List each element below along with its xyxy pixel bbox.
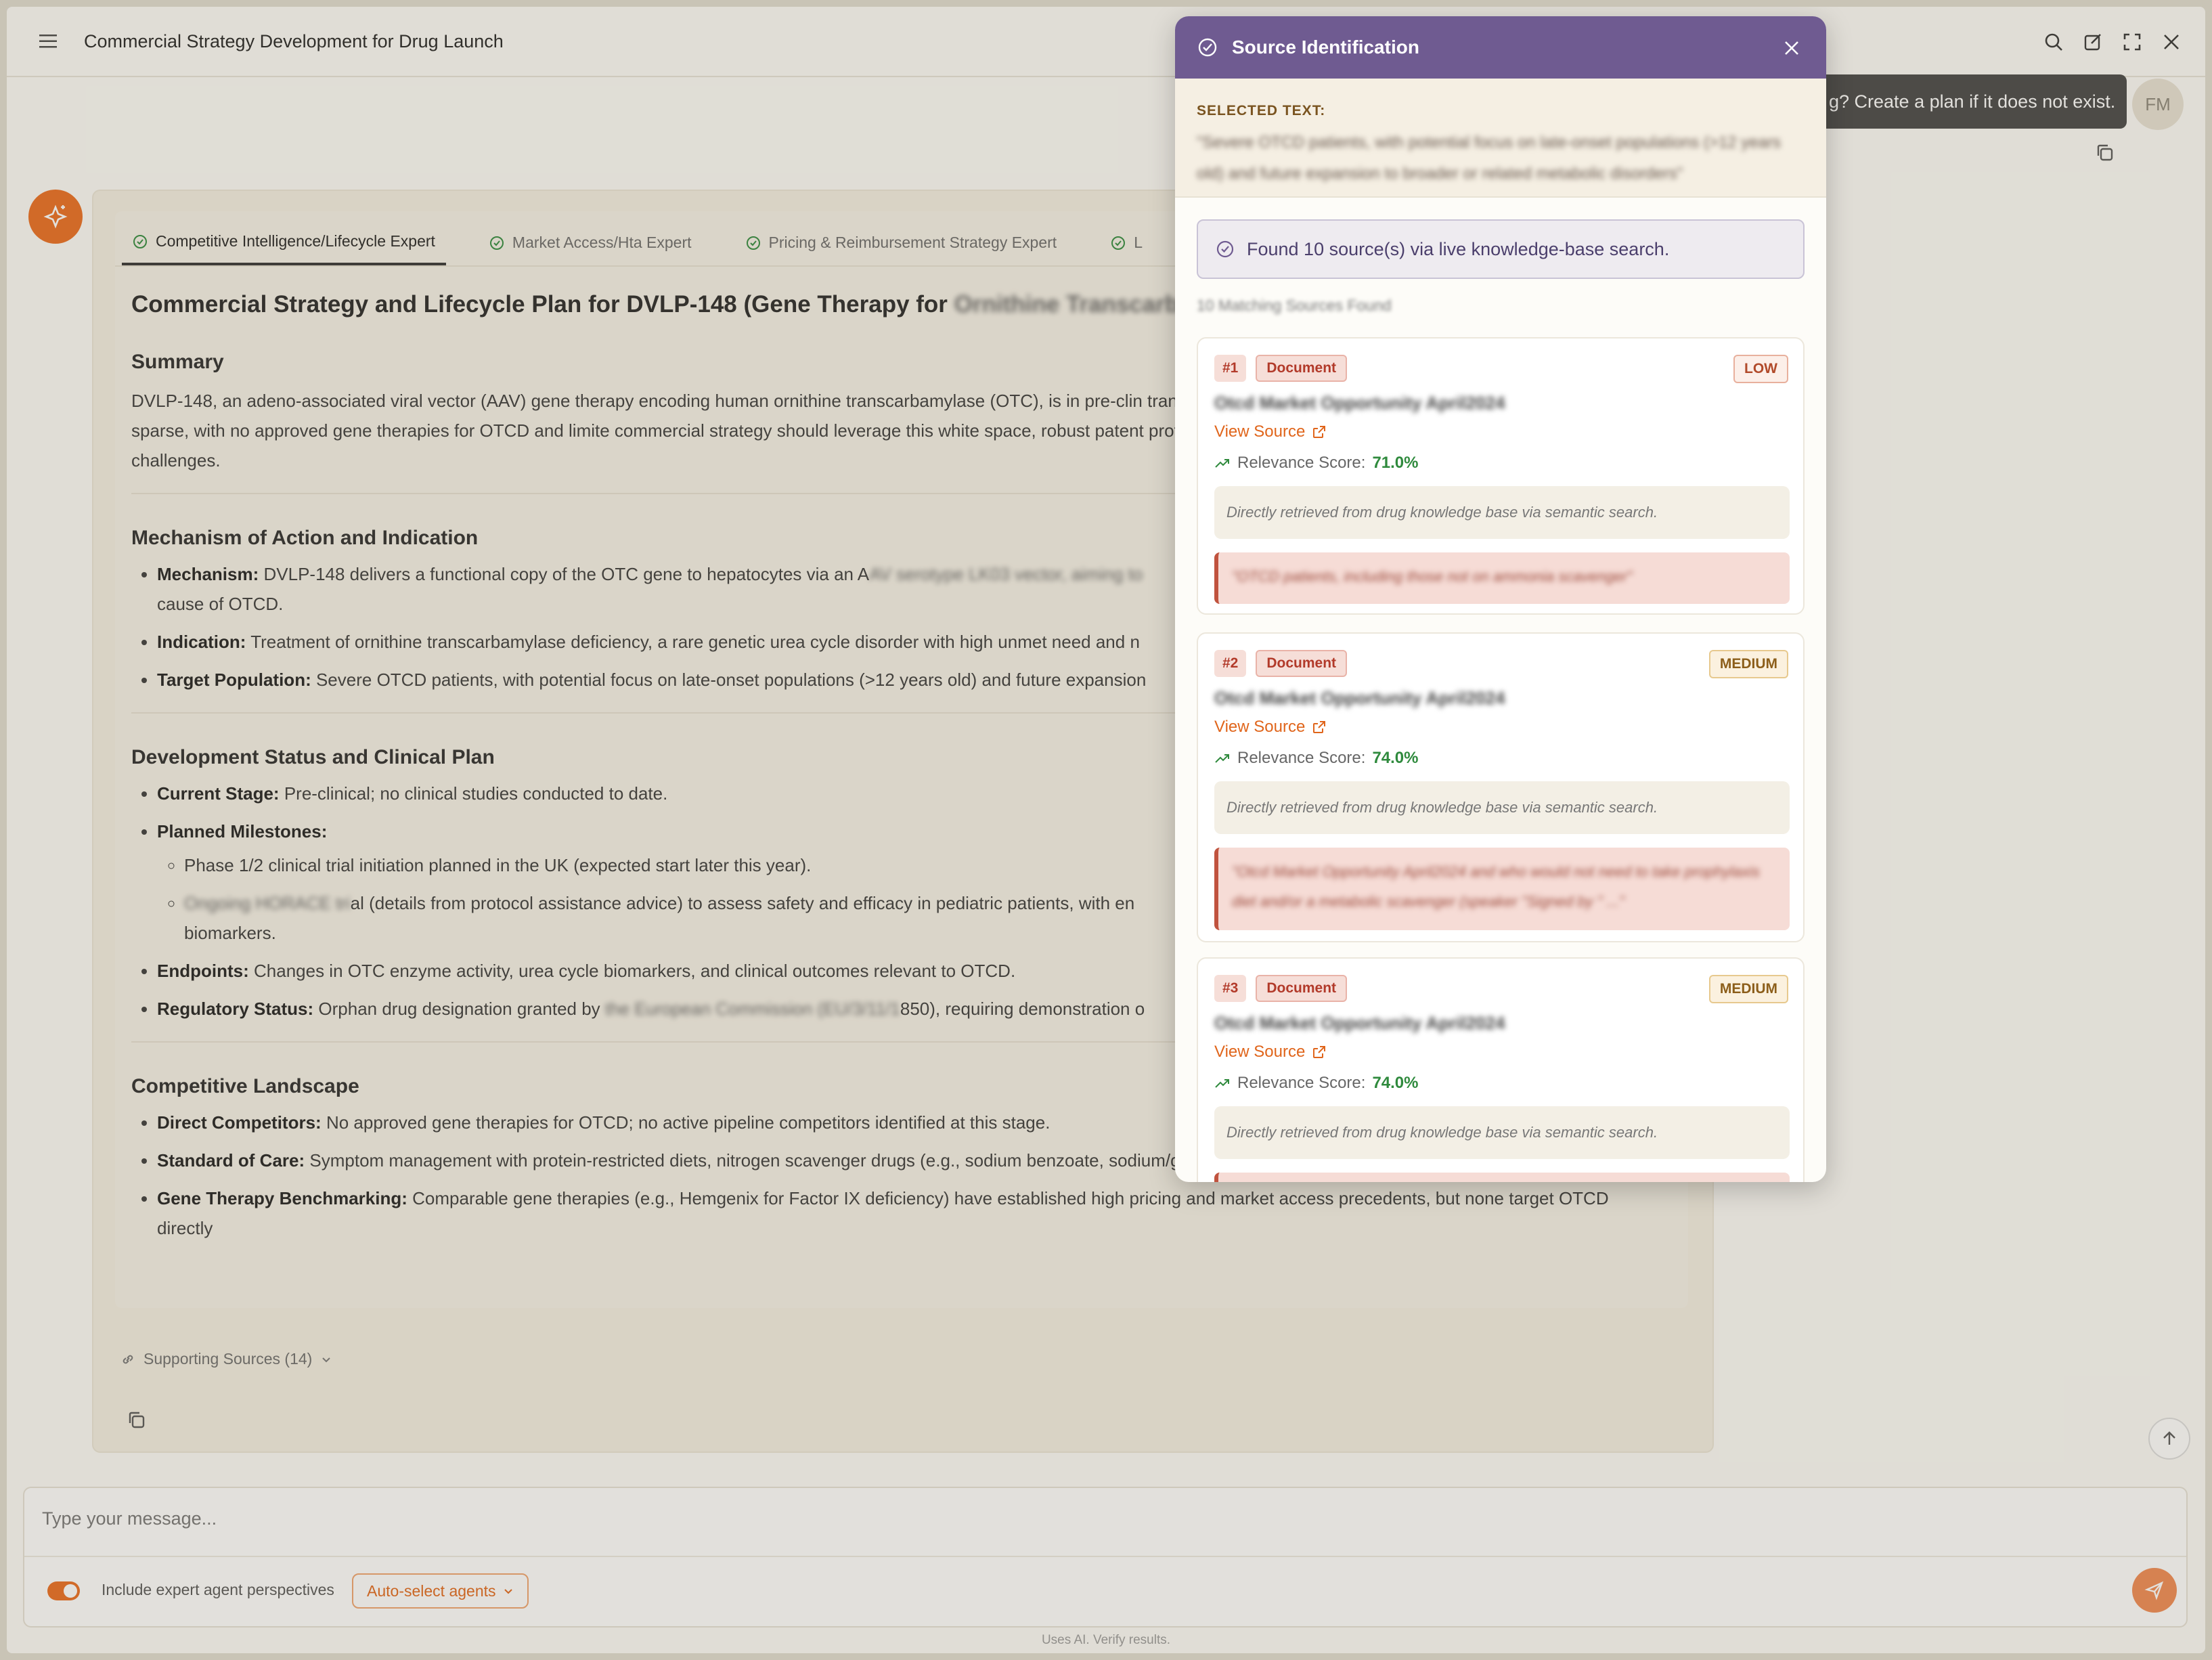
- selected-text: "Severe OTCD patients, with potential fo…: [1197, 133, 1781, 183]
- source-card: #1 Document LOW Otcd Market Opportunity …: [1197, 337, 1805, 615]
- app-window: Commercial Strategy Development for Drug…: [7, 7, 2205, 1653]
- check-circle-icon: [489, 236, 504, 250]
- close-icon[interactable]: [1780, 37, 1803, 60]
- user-avatar: FM: [2132, 79, 2184, 130]
- relevance-level-badge: LOW: [1733, 355, 1788, 383]
- arrow-up-icon: [2163, 1431, 2175, 1445]
- source-identification-panel: Source Identification SELECTED TEXT: "Se…: [1175, 16, 1826, 1182]
- auto-select-agents-button[interactable]: Auto-select agents: [352, 1573, 529, 1609]
- message-input[interactable]: [42, 1508, 2140, 1529]
- source-number: #3: [1214, 975, 1247, 1002]
- user-message-bubble: g? Create a plan if it does not exist.: [1814, 74, 2127, 129]
- copy-message-icon[interactable]: [2094, 142, 2121, 169]
- source-name: Otcd Market Opportunity April2024: [1214, 1013, 1505, 1033]
- source-quote: "Otcd Market Opportunity April2024 and w…: [1214, 848, 1790, 930]
- source-type-badge: Document: [1256, 975, 1348, 1002]
- chevron-down-icon: [322, 1357, 331, 1362]
- check-circle-icon: [1111, 236, 1126, 250]
- fullscreen-icon[interactable]: [2116, 26, 2148, 58]
- tab-more[interactable]: L: [1100, 234, 1153, 265]
- view-source-link[interactable]: View Source: [1214, 422, 1327, 441]
- external-link-icon: [1313, 1046, 1326, 1058]
- source-quote: "OTCD patients, including those not on a…: [1214, 552, 1790, 604]
- assistant-sparkle-icon: [28, 190, 83, 244]
- list-item: Gene Therapy Benchmarking: Comparable ge…: [157, 1183, 1672, 1243]
- agent-button-label: Auto-select agents: [367, 1581, 496, 1600]
- found-sources-banner: Found 10 source(s) via live knowledge-ba…: [1197, 219, 1805, 279]
- relevance-level-badge: MEDIUM: [1708, 650, 1788, 678]
- hamburger-menu-icon[interactable]: [32, 26, 64, 57]
- trending-up-icon: [1215, 459, 1229, 468]
- source-card: #2 Document MEDIUM Otcd Market Opportuni…: [1197, 632, 1805, 942]
- external-link-icon: [1313, 426, 1326, 438]
- tab-label: Market Access/Hta Expert: [512, 234, 692, 251]
- source-type-badge: Document: [1256, 650, 1348, 677]
- panel-header: Source Identification: [1175, 16, 1826, 79]
- expert-perspectives-toggle[interactable]: [47, 1581, 80, 1600]
- relevance-score: Relevance Score: 74.0%: [1214, 749, 1419, 768]
- selected-text-label: SELECTED TEXT:: [1197, 103, 1326, 118]
- source-quote: [1214, 1173, 1790, 1182]
- search-icon[interactable]: [2037, 26, 2070, 58]
- edit-icon[interactable]: [2077, 26, 2109, 58]
- close-window-icon[interactable]: [2155, 26, 2188, 58]
- retrieval-note: Directly retrieved from drug knowledge b…: [1214, 1106, 1790, 1159]
- supporting-sources-label: Supporting Sources (14): [143, 1350, 313, 1368]
- copy-response-icon[interactable]: [126, 1410, 153, 1437]
- view-source-link[interactable]: View Source: [1214, 1043, 1327, 1062]
- source-number: #1: [1214, 355, 1247, 382]
- divider: [24, 1556, 2186, 1557]
- check-circle-icon: [133, 234, 147, 248]
- tab-label: Pricing & Reimbursement Strategy Expert: [768, 234, 1057, 251]
- relevance-level-badge: MEDIUM: [1708, 975, 1788, 1003]
- link-icon: [123, 1355, 133, 1363]
- send-icon: [2144, 1581, 2164, 1600]
- source-number: #2: [1214, 650, 1247, 677]
- retrieval-note: Directly retrieved from drug knowledge b…: [1214, 781, 1790, 834]
- relevance-score: Relevance Score: 71.0%: [1214, 454, 1419, 473]
- source-name: Otcd Market Opportunity April2024: [1214, 688, 1505, 708]
- tab-competitive-intelligence[interactable]: Competitive Intelligence/Lifecycle Exper…: [122, 232, 446, 265]
- tab-label: L: [1134, 234, 1143, 251]
- send-button[interactable]: [2132, 1568, 2177, 1613]
- supporting-sources-toggle[interactable]: Supporting Sources (14): [120, 1350, 332, 1368]
- relevance-score: Relevance Score: 74.0%: [1214, 1074, 1419, 1093]
- trending-up-icon: [1215, 1079, 1229, 1088]
- message-composer: Include expert agent perspectives Auto-s…: [23, 1487, 2188, 1628]
- external-link-icon: [1313, 721, 1326, 733]
- scroll-to-top-button[interactable]: [2148, 1418, 2190, 1460]
- source-type-badge: Document: [1256, 355, 1348, 382]
- header-actions: [2037, 26, 2188, 58]
- tab-pricing-reimbursement[interactable]: Pricing & Reimbursement Strategy Expert: [735, 234, 1068, 265]
- ai-disclaimer: Uses AI. Verify results.: [1041, 1633, 1171, 1647]
- check-circle-icon: [1216, 240, 1234, 258]
- matching-sources-count: 10 Matching Sources Found: [1197, 297, 1392, 314]
- check-circle-icon: [1198, 38, 1217, 57]
- found-sources-text: Found 10 source(s) via live knowledge-ba…: [1247, 238, 1670, 259]
- page-title: Commercial Strategy Development for Drug…: [84, 30, 504, 51]
- toggle-label: Include expert agent perspectives: [102, 1581, 334, 1598]
- trending-up-icon: [1215, 754, 1229, 763]
- check-circle-icon: [746, 236, 760, 250]
- selected-text-section: SELECTED TEXT: "Severe OTCD patients, wi…: [1175, 79, 1826, 198]
- source-card: #3 Document MEDIUM Otcd Market Opportuni…: [1197, 957, 1805, 1182]
- source-name: Otcd Market Opportunity April2024: [1214, 393, 1505, 413]
- tab-label: Competitive Intelligence/Lifecycle Exper…: [156, 232, 435, 250]
- view-source-link[interactable]: View Source: [1214, 718, 1327, 737]
- tab-market-access[interactable]: Market Access/Hta Expert: [479, 234, 703, 265]
- chevron-down-icon: [504, 1589, 512, 1594]
- top-header: Commercial Strategy Development for Drug…: [7, 7, 2205, 77]
- retrieval-note: Directly retrieved from drug knowledge b…: [1214, 486, 1790, 539]
- panel-title: Source Identification: [1232, 37, 1419, 58]
